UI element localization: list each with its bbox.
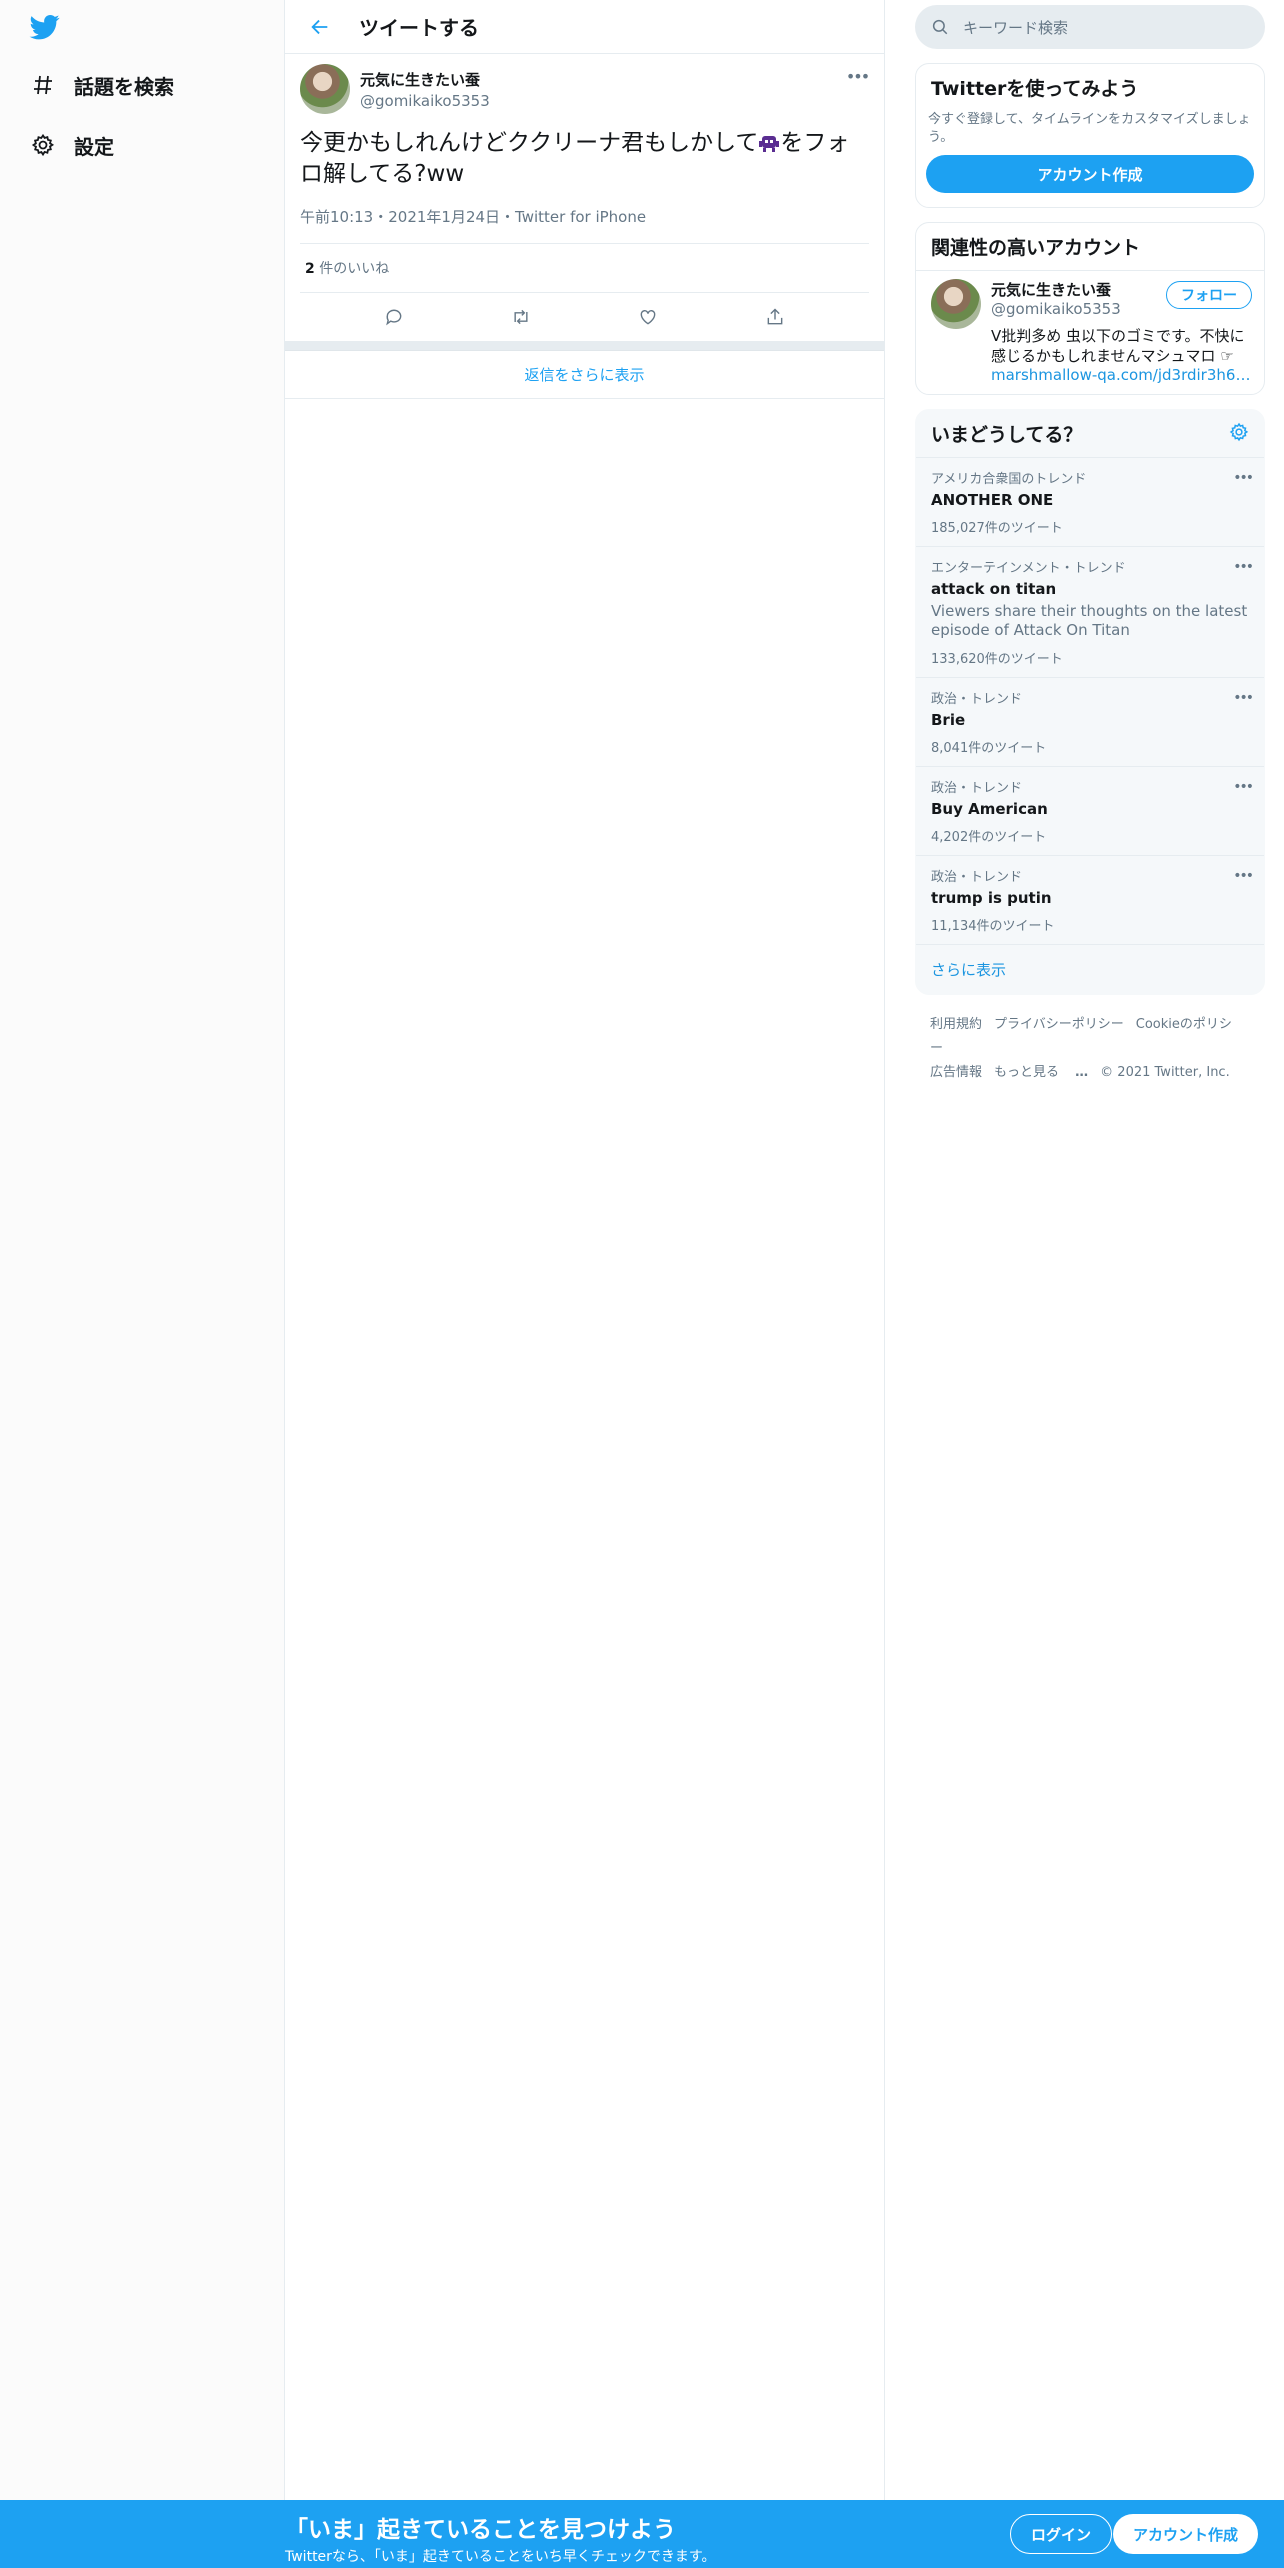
trend-item[interactable]: 政治・トレンド trump is putin 11,134件のツイート ••• bbox=[916, 856, 1264, 945]
author-handle[interactable]: @gomikaiko5353 bbox=[360, 92, 490, 110]
trend-count: 8,041件のツイート bbox=[931, 741, 1047, 756]
footer-link-ads[interactable]: 広告情報 bbox=[930, 1065, 982, 1080]
back-button[interactable] bbox=[305, 12, 335, 42]
signup-card: Twitterを使ってみよう 今すぐ登録して、タイムラインをカスタマイズしましょ… bbox=[915, 63, 1265, 208]
bottom-bar-subtitle: Twitterなら、「いま」起きていることをいち早くチェックできます。 bbox=[285, 2549, 716, 2565]
login-button[interactable]: ログイン bbox=[1009, 2514, 1112, 2554]
likes-number: 2 bbox=[305, 261, 315, 277]
retweet-icon[interactable] bbox=[503, 299, 539, 335]
trend-context: アメリカ合衆国のトレンド bbox=[931, 472, 1087, 487]
likes-count[interactable]: 2 件のいいね bbox=[300, 244, 869, 293]
trend-name: trump is putin bbox=[931, 889, 1052, 907]
bottom-signup-bar: 「いま」起きていることを見つけよう Twitterなら、「いま」起きていることを… bbox=[0, 2500, 1284, 2568]
trend-context: 政治・トレンド bbox=[931, 692, 1023, 707]
main-column: ツイートする 元気に生きたい蚕 @gomikaiko5353 ••• 今更かもし… bbox=[285, 0, 885, 2500]
alien-monster-emoji-icon bbox=[758, 131, 780, 152]
trends-card: いまどうしてる？ アメリカ合衆国のトレンド ANOTHER ONE 185,02… bbox=[915, 409, 1265, 995]
trend-item[interactable]: 政治・トレンド Brie 8,041件のツイート ••• bbox=[916, 678, 1264, 767]
tweet: 元気に生きたい蚕 @gomikaiko5353 ••• 今更かもしれんけどククリ… bbox=[285, 54, 884, 341]
search-placeholder: キーワード検索 bbox=[963, 18, 1069, 37]
trend-item[interactable]: エンターテインメント・トレンド attack on titan Viewers … bbox=[916, 547, 1264, 678]
trend-count: 4,202件のツイート bbox=[931, 830, 1047, 845]
search-icon bbox=[932, 19, 948, 35]
more-options-icon[interactable]: ••• bbox=[1233, 559, 1254, 575]
trend-name: ANOTHER ONE bbox=[931, 491, 1054, 509]
trend-context: 政治・トレンド bbox=[931, 870, 1023, 885]
left-nav: 話題を検索 設定 bbox=[0, 0, 285, 2568]
avatar[interactable] bbox=[300, 64, 350, 114]
nav-explore-label: 話題を検索 bbox=[74, 74, 174, 99]
trend-count: 11,134件のツイート bbox=[931, 919, 1055, 934]
follow-button[interactable]: フォロー bbox=[1166, 281, 1252, 309]
tweet-text-part1: 今更かもしれんけどククリーナ君もしかして bbox=[300, 130, 759, 156]
search-input[interactable]: キーワード検索 bbox=[915, 5, 1265, 49]
signup-card-desc: 今すぐ登録して、タイムラインをカスタマイズしましょう。 bbox=[928, 112, 1251, 145]
related-accounts-title: 関連性の高いアカウント bbox=[931, 237, 1141, 259]
avatar[interactable] bbox=[931, 279, 981, 329]
footer-copyright: © 2021 Twitter, Inc. bbox=[1100, 1065, 1230, 1080]
main-header: ツイートする bbox=[285, 0, 884, 54]
more-options-icon[interactable]: ••• bbox=[1233, 868, 1254, 884]
like-heart-icon[interactable] bbox=[630, 299, 666, 335]
author-name[interactable]: 元気に生きたい蚕 bbox=[360, 69, 490, 90]
trend-item[interactable]: 政治・トレンド Buy American 4,202件のツイート ••• bbox=[916, 767, 1264, 856]
page-title: ツイートする bbox=[359, 16, 479, 40]
section-divider bbox=[285, 341, 884, 351]
tweet-timestamp[interactable]: 午前10:13・2021年1月24日・Twitter for iPhone bbox=[300, 206, 869, 244]
hashtag-icon bbox=[28, 70, 58, 100]
footer-link-terms[interactable]: 利用規約 bbox=[930, 1017, 982, 1032]
trend-context: 政治・トレンド bbox=[931, 781, 1023, 796]
likes-label: 件のいいね bbox=[319, 261, 390, 277]
share-icon[interactable] bbox=[757, 299, 793, 335]
arrow-left-icon bbox=[311, 19, 328, 34]
more-options-icon[interactable]: ••• bbox=[1233, 470, 1254, 486]
tweet-author[interactable]: 元気に生きたい蚕 @gomikaiko5353 bbox=[300, 64, 869, 114]
tweet-actions bbox=[300, 293, 869, 341]
gear-icon[interactable] bbox=[1229, 422, 1249, 446]
footer-link-more-label: もっと見る bbox=[994, 1065, 1060, 1080]
trend-name: Brie bbox=[931, 711, 966, 729]
twitter-logo-icon[interactable] bbox=[28, 12, 62, 42]
nav-explore[interactable]: 話題を検索 bbox=[28, 60, 174, 110]
related-account-bio-line1: V批判多め 虫以下のゴミです。不快に bbox=[991, 327, 1245, 345]
create-account-button[interactable]: アカウント作成 bbox=[926, 155, 1254, 193]
reply-icon[interactable] bbox=[376, 299, 412, 335]
bottom-bar-title: 「いま」起きていることを見つけよう bbox=[285, 2517, 676, 2543]
more-options-icon[interactable]: ••• bbox=[845, 66, 870, 86]
trend-name: Buy American bbox=[931, 800, 1048, 818]
trend-item[interactable]: アメリカ合衆国のトレンド ANOTHER ONE 185,027件のツイート •… bbox=[916, 458, 1264, 547]
sidebar-footer: 利用規約 プライバシーポリシー Cookieのポリシー 広告情報 もっと見る … © 2… bbox=[915, 995, 1265, 1103]
trend-description: Viewers share their thoughts on the late… bbox=[931, 602, 1248, 639]
footer-link-more[interactable]: もっと見る … bbox=[994, 1065, 1088, 1080]
trend-name: attack on titan bbox=[931, 580, 1057, 598]
trends-title: いまどうしてる？ bbox=[931, 424, 1083, 446]
more-options-icon[interactable]: ••• bbox=[1233, 779, 1254, 795]
nav-settings[interactable]: 設定 bbox=[28, 120, 114, 170]
related-account[interactable]: 元気に生きたい蚕 @gomikaiko5353 V批判多め 虫以下のゴミです。不… bbox=[916, 270, 1264, 394]
footer-link-privacy[interactable]: プライバシーポリシー bbox=[994, 1017, 1124, 1032]
related-account-bio-line2: 感じるかもしれませんマシュマロ ☞ bbox=[991, 347, 1234, 365]
right-sidebar: キーワード検索 Twitterを使ってみよう 今すぐ登録して、タイムラインをカス… bbox=[915, 0, 1265, 1103]
trend-context: エンターテインメント・トレンド bbox=[931, 561, 1126, 576]
related-accounts-card: 関連性の高いアカウント 元気に生きたい蚕 @gomikaiko5353 V批判多… bbox=[915, 222, 1265, 395]
gear-icon bbox=[28, 130, 58, 160]
more-options-icon[interactable]: ••• bbox=[1233, 690, 1254, 706]
tweet-text: 今更かもしれんけどククリーナ君もしかして をフォロ解してる?ww bbox=[300, 128, 869, 190]
signup-card-title: Twitterを使ってみよう bbox=[931, 78, 1139, 100]
signup-button[interactable]: アカウント作成 bbox=[1112, 2514, 1258, 2554]
show-more-replies-link[interactable]: 返信をさらに表示 bbox=[285, 351, 884, 399]
trend-count: 185,027件のツイート bbox=[931, 521, 1063, 536]
show-more-trends-link[interactable]: さらに表示 bbox=[916, 945, 1264, 994]
related-account-link[interactable]: marshmallow-qa.com/jd3rdir3h65t2qa… bbox=[991, 366, 1251, 384]
trend-count: 133,620件のツイート bbox=[931, 652, 1063, 667]
trends-header: いまどうしてる？ bbox=[916, 410, 1264, 458]
nav-settings-label: 設定 bbox=[74, 134, 114, 159]
